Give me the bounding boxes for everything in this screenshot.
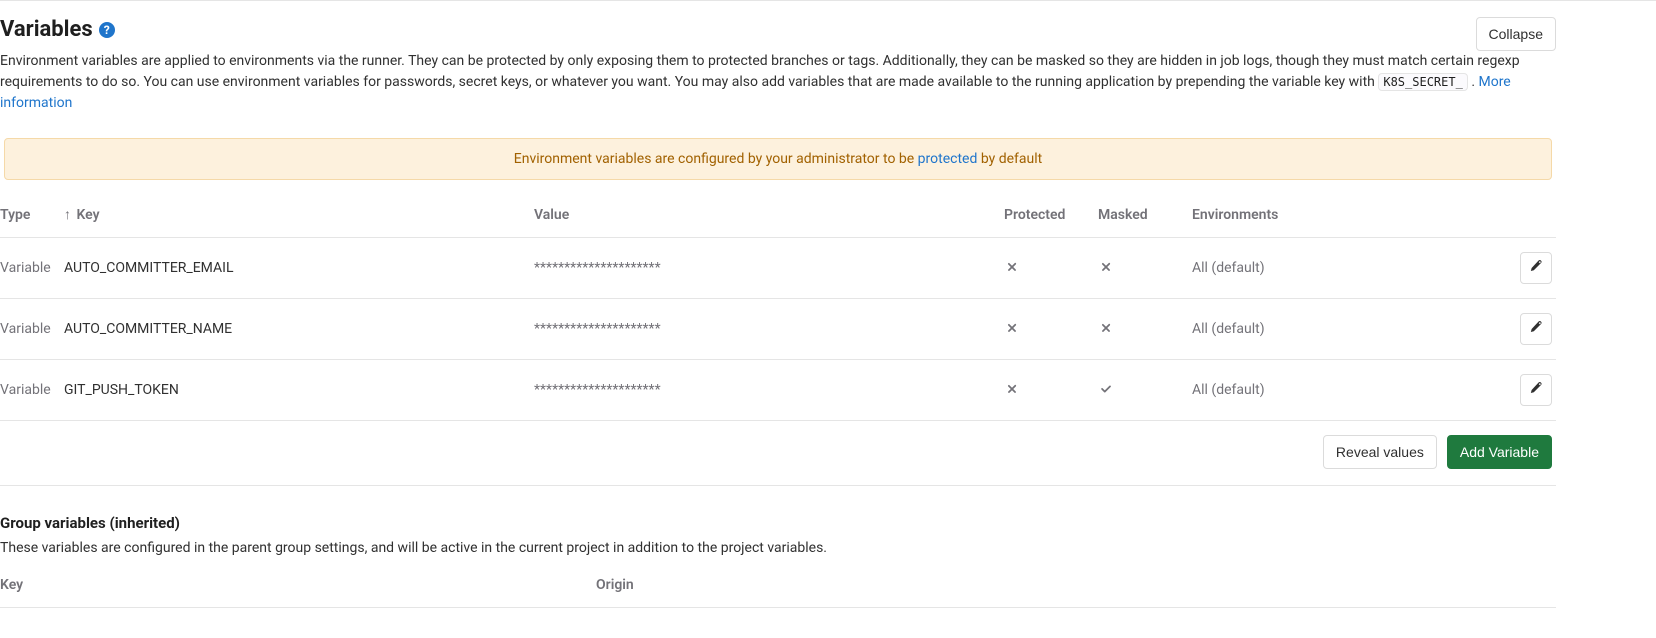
- th-protected: Protected: [1004, 192, 1098, 238]
- help-icon[interactable]: ?: [99, 22, 115, 38]
- edit-variable-button[interactable]: [1520, 252, 1552, 284]
- cell-key: AUTO_COMMITTER_NAME: [64, 299, 534, 360]
- th-environments: Environments: [1192, 192, 1516, 238]
- protected-link[interactable]: protected: [918, 151, 978, 167]
- add-variable-button[interactable]: Add Variable: [1447, 435, 1552, 469]
- reveal-values-button[interactable]: Reveal values: [1323, 435, 1437, 469]
- cell-environments: All (default): [1192, 299, 1516, 360]
- th-key[interactable]: ↑ Key: [64, 192, 534, 238]
- section-title: Variables ?: [0, 17, 115, 42]
- cell-masked: [1098, 360, 1192, 421]
- close-icon: [1004, 320, 1020, 336]
- cell-masked: [1098, 238, 1192, 299]
- cell-value: *********************: [534, 238, 1004, 299]
- collapse-button[interactable]: Collapse: [1476, 17, 1556, 51]
- group-variables-table: Key Origin: [0, 559, 1556, 608]
- pencil-icon: [1529, 319, 1543, 339]
- pencil-icon: [1529, 258, 1543, 278]
- cell-environments: All (default): [1192, 360, 1516, 421]
- title-text: Variables: [0, 17, 93, 42]
- cell-value: *********************: [534, 299, 1004, 360]
- cell-key: AUTO_COMMITTER_EMAIL: [64, 238, 534, 299]
- edit-variable-button[interactable]: [1520, 313, 1552, 345]
- table-row: VariableGIT_PUSH_TOKEN******************…: [0, 360, 1556, 421]
- cell-protected: [1004, 360, 1098, 421]
- th-group-origin: Origin: [596, 559, 1556, 608]
- close-icon: [1004, 381, 1020, 397]
- edit-variable-button[interactable]: [1520, 374, 1552, 406]
- close-icon: [1098, 259, 1114, 275]
- cell-type: Variable: [0, 360, 64, 421]
- cell-type: Variable: [0, 299, 64, 360]
- cell-value: *********************: [534, 360, 1004, 421]
- table-row: VariableAUTO_COMMITTER_EMAIL************…: [0, 238, 1556, 299]
- cell-key: GIT_PUSH_TOKEN: [64, 360, 534, 421]
- section-description: Environment variables are applied to env…: [0, 51, 1560, 114]
- cell-type: Variable: [0, 238, 64, 299]
- th-value: Value: [534, 192, 1004, 238]
- group-variables-title: Group variables (inherited): [0, 514, 1556, 532]
- protected-default-alert: Environment variables are configured by …: [4, 138, 1552, 180]
- cell-environments: All (default): [1192, 238, 1516, 299]
- th-group-key: Key: [0, 559, 596, 608]
- sort-asc-icon: ↑: [64, 207, 71, 223]
- code-inline: K8S_SECRET_: [1378, 73, 1467, 91]
- table-row: VariableAUTO_COMMITTER_NAME*************…: [0, 299, 1556, 360]
- variables-table: Type ↑ Key Value Protected Masked Enviro…: [0, 192, 1556, 421]
- check-icon: [1098, 381, 1114, 397]
- cell-protected: [1004, 238, 1098, 299]
- close-icon: [1098, 320, 1114, 336]
- group-variables-description: These variables are configured in the pa…: [0, 538, 1556, 559]
- cell-masked: [1098, 299, 1192, 360]
- pencil-icon: [1529, 380, 1543, 400]
- th-type: Type: [0, 192, 64, 238]
- cell-protected: [1004, 299, 1098, 360]
- th-masked: Masked: [1098, 192, 1192, 238]
- close-icon: [1004, 259, 1020, 275]
